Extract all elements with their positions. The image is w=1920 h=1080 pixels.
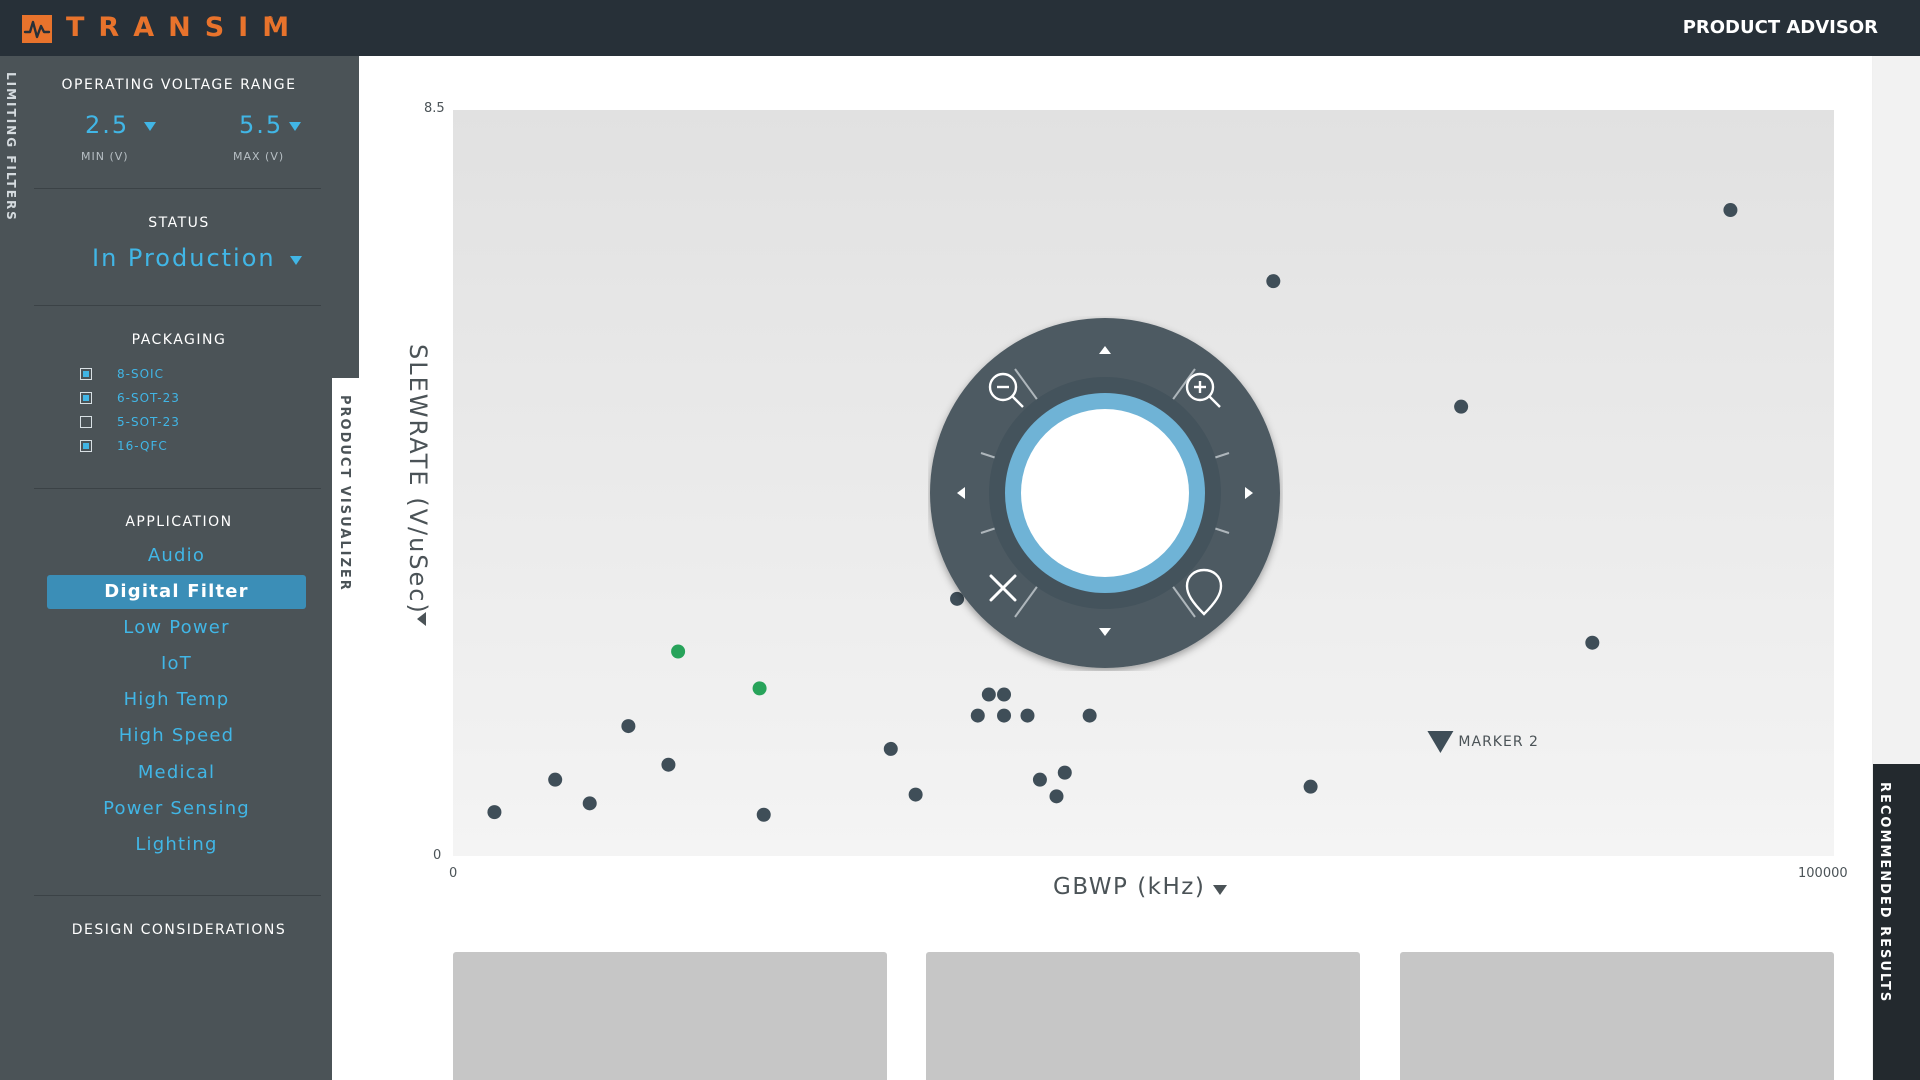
checkbox[interactable] <box>80 368 92 380</box>
application-title: APPLICATION <box>125 514 233 530</box>
product-advisor-link[interactable]: PRODUCT ADVISOR <box>1683 17 1878 38</box>
application-item[interactable]: Medical <box>47 756 306 790</box>
application-item[interactable]: IoT <box>47 647 306 681</box>
data-point[interactable] <box>1049 789 1064 804</box>
data-point[interactable] <box>487 805 502 820</box>
checkbox[interactable] <box>80 416 92 428</box>
min-voltage-value[interactable]: 2.5 <box>85 111 129 139</box>
highlighted-data-point[interactable] <box>752 681 767 696</box>
data-point[interactable] <box>908 787 923 802</box>
radial-navigation-menu[interactable] <box>928 316 1283 671</box>
limiting-filters-tab[interactable]: LIMITING FILTERS <box>4 72 18 222</box>
application-item[interactable]: High Speed <box>47 719 306 753</box>
packaging-option-label: 8-SOIC <box>117 367 164 381</box>
result-card[interactable] <box>926 952 1360 1080</box>
data-point[interactable] <box>1303 779 1318 794</box>
data-point[interactable] <box>970 708 985 723</box>
application-item[interactable]: Digital Filter <box>47 575 306 609</box>
data-point[interactable] <box>756 807 771 822</box>
data-point[interactable] <box>1585 635 1600 650</box>
data-point[interactable] <box>1082 708 1097 723</box>
product-visualizer-tab-label: PRODUCT VISUALIZER <box>337 395 352 592</box>
recommended-results-label: RECOMMENDED RESULTS <box>1877 782 1892 1004</box>
min-voltage-dropdown-icon[interactable] <box>144 122 156 131</box>
y-tick-label: 8.5 <box>424 101 445 116</box>
top-bar: TRANSIM ® PRODUCT ADVISOR <box>0 0 1920 56</box>
data-point[interactable] <box>1020 708 1035 723</box>
checkbox[interactable] <box>80 440 92 452</box>
application-item[interactable]: Power Sensing <box>47 792 306 826</box>
max-voltage-value[interactable]: 5.5 <box>239 111 283 139</box>
registered-mark: ® <box>266 15 274 24</box>
packaging-title: PACKAGING <box>131 332 227 348</box>
logo-icon[interactable] <box>22 15 52 43</box>
data-point[interactable] <box>1454 399 1469 414</box>
max-voltage-caption: MAX (V) <box>233 150 285 163</box>
data-point[interactable] <box>1723 203 1738 218</box>
data-point[interactable] <box>997 687 1012 702</box>
max-voltage-dropdown-icon[interactable] <box>289 122 301 131</box>
data-point[interactable] <box>981 687 996 702</box>
result-card[interactable] <box>453 952 887 1080</box>
design-considerations-link[interactable]: DESIGN CONSIDERATIONS <box>34 922 324 938</box>
x-tick-label: 100000 <box>1798 866 1848 881</box>
packaging-option-label: 6-SOT-23 <box>117 391 180 405</box>
data-point[interactable] <box>1057 765 1072 780</box>
data-point[interactable] <box>1032 772 1047 787</box>
application-item[interactable]: High Temp <box>47 683 306 717</box>
min-voltage-caption: MIN (V) <box>81 150 129 163</box>
voltage-range-title: OPERATING VOLTAGE RANGE <box>61 77 297 93</box>
x-axis-dropdown-icon[interactable] <box>1213 885 1227 895</box>
data-point[interactable] <box>621 719 636 734</box>
packaging-option-label: 16-QFC <box>117 439 168 453</box>
data-point[interactable] <box>883 741 898 756</box>
application-item[interactable]: Audio <box>47 539 306 573</box>
data-point[interactable] <box>582 796 597 811</box>
y-axis-label[interactable]: SLEWRATE (V/uSec) <box>404 344 432 615</box>
status-dropdown-icon[interactable] <box>290 256 302 265</box>
status-title: STATUS <box>148 215 210 231</box>
y-axis-dropdown-icon[interactable] <box>417 612 426 626</box>
checkbox[interactable] <box>80 392 92 404</box>
radial-menu-center[interactable] <box>1021 409 1189 577</box>
data-point[interactable] <box>548 772 563 787</box>
application-item[interactable]: Low Power <box>47 611 306 645</box>
status-select[interactable]: In Production <box>92 244 276 272</box>
x-tick-label: 0 <box>449 866 458 881</box>
divider <box>34 188 321 189</box>
application-item[interactable]: Lighting <box>47 828 306 862</box>
divider <box>34 488 321 489</box>
packaging-option-label: 5-SOT-23 <box>117 415 180 429</box>
y-tick-label: 0 <box>433 848 442 863</box>
x-axis-label[interactable]: GBWP (kHz) <box>1053 874 1205 900</box>
divider <box>34 305 321 306</box>
data-point[interactable] <box>661 757 676 772</box>
highlighted-data-point[interactable] <box>671 644 686 659</box>
result-card[interactable] <box>1400 952 1834 1080</box>
data-point[interactable] <box>997 708 1012 723</box>
data-point[interactable] <box>1266 274 1281 289</box>
divider <box>34 895 321 896</box>
